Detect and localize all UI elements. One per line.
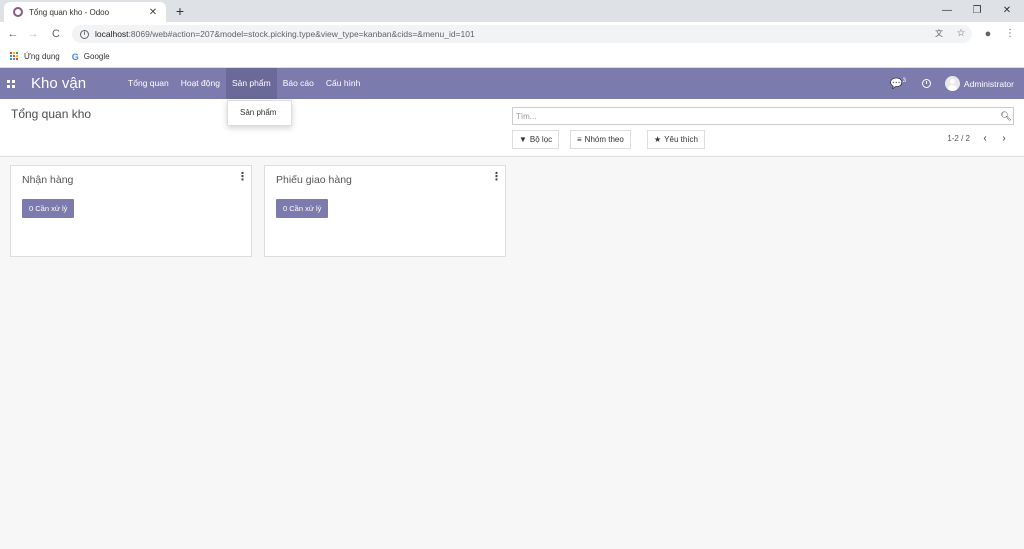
menu-bao-cao[interactable]: Báo cáo [277, 68, 320, 99]
bookmark-label: Ứng dụng [24, 52, 60, 61]
google-icon: G [71, 51, 79, 62]
chat-count: 3 [902, 77, 906, 84]
apps-menu-icon[interactable] [7, 79, 15, 88]
info-icon[interactable]: i [80, 29, 89, 39]
close-window-button[interactable]: ✕ [992, 2, 1022, 20]
card-menu-icon[interactable]: ⋮ [491, 172, 502, 183]
kanban-card-delivery[interactable]: Phiếu giao hàng ⋮ 0 Cần xử lý [264, 165, 506, 257]
bookmarks-bar: Ứng dụng G Google [0, 46, 1024, 68]
new-tab-button[interactable]: + [172, 3, 188, 19]
avatar[interactable] [944, 76, 960, 91]
kanban-card-receipts[interactable]: Nhận hàng ⋮ 0 Cần xử lý [10, 165, 252, 257]
pager-value[interactable]: 1-2 / 2 [947, 134, 970, 143]
bars-icon: ≡ [577, 135, 582, 144]
card-title[interactable]: Nhận hàng [22, 174, 73, 186]
pager-previous-icon[interactable]: ‹ [978, 132, 992, 146]
favorites-label: Yêu thích [664, 135, 698, 144]
menu-hoat-dong[interactable]: Hoạt động [175, 68, 226, 99]
to-process-button[interactable]: 0 Cần xử lý [276, 199, 329, 218]
bookmark-label: Google [83, 52, 110, 61]
reload-button[interactable]: C [49, 26, 63, 42]
url-host: localhost [95, 29, 129, 39]
card-title[interactable]: Phiếu giao hàng [276, 174, 352, 186]
control-panel: Tổng quan kho 🔍︎ ▼ Bộ lọc ≡ Nhóm theo ★ … [0, 99, 1024, 157]
star-icon: ★ [654, 135, 662, 144]
apps-grid-icon [10, 52, 19, 61]
dropdown-item-san-pham[interactable]: Sản phẩm [240, 101, 291, 125]
messaging-icon[interactable]: 💬3 [890, 78, 906, 89]
card-menu-icon[interactable]: ⋮ [237, 172, 248, 183]
filters-label: Bộ lọc [529, 135, 553, 144]
restore-button[interactable]: ❐ [962, 2, 992, 20]
to-process-button[interactable]: 0 Cần xử lý [22, 199, 75, 218]
favorites-button[interactable]: ★ Yêu thích [647, 130, 705, 149]
user-menu[interactable]: Administrator [964, 79, 1014, 89]
products-dropdown: Sản phẩm [227, 100, 292, 126]
address-bar[interactable]: i localhost:8069/web#action=207&model=st… [72, 25, 972, 43]
profile-icon[interactable]: ● [981, 25, 995, 43]
forward-button[interactable]: → [26, 26, 40, 42]
browser-menu-icon[interactable]: ⋮ [1003, 25, 1017, 43]
pager-next-icon[interactable]: › [997, 132, 1011, 146]
search-box: 🔍︎ [512, 107, 1014, 125]
odoo-navbar: Kho vận Tổng quan Hoạt động Sản phẩm Báo… [0, 68, 1024, 99]
bookmark-apps[interactable]: Ứng dụng [10, 52, 60, 61]
filter-icon: ▼ [519, 135, 527, 144]
translate-icon[interactable]: 文 [932, 25, 946, 43]
activity-clock-icon[interactable] [921, 79, 931, 88]
filters-button[interactable]: ▼ Bộ lọc [512, 130, 560, 149]
back-button[interactable]: ← [6, 26, 20, 42]
menu-san-pham[interactable]: Sản phẩm [225, 68, 277, 99]
group-by-button[interactable]: ≡ Nhóm theo [570, 130, 631, 149]
search-input[interactable] [513, 111, 999, 121]
menu-tong-quan[interactable]: Tổng quan [122, 68, 175, 99]
bookmark-star-icon[interactable]: ☆ [954, 25, 968, 43]
app-brand[interactable]: Kho vận [31, 75, 86, 92]
browser-toolbar: ← → C i localhost:8069/web#action=207&mo… [0, 22, 1024, 46]
url-path: :8069/web#action=207&model=stock.picking… [128, 29, 475, 39]
minimize-button[interactable]: — [932, 2, 962, 20]
browser-tab[interactable]: Tổng quan kho - Odoo ✕ [4, 2, 166, 22]
breadcrumb: Tổng quan kho [11, 107, 92, 121]
search-icon[interactable]: 🔍︎ [999, 111, 1013, 122]
odoo-favicon-icon [13, 7, 23, 17]
bookmark-google[interactable]: G Google [72, 52, 110, 62]
tab-title: Tổng quan kho - Odoo [29, 7, 110, 17]
tab-close-icon[interactable]: ✕ [146, 7, 160, 18]
group-by-label: Nhóm theo [584, 135, 624, 144]
menu-cau-hinh[interactable]: Cấu hình [320, 68, 367, 99]
browser-tab-bar: Tổng quan kho - Odoo ✕ + — ❐ ✕ [0, 0, 1024, 22]
